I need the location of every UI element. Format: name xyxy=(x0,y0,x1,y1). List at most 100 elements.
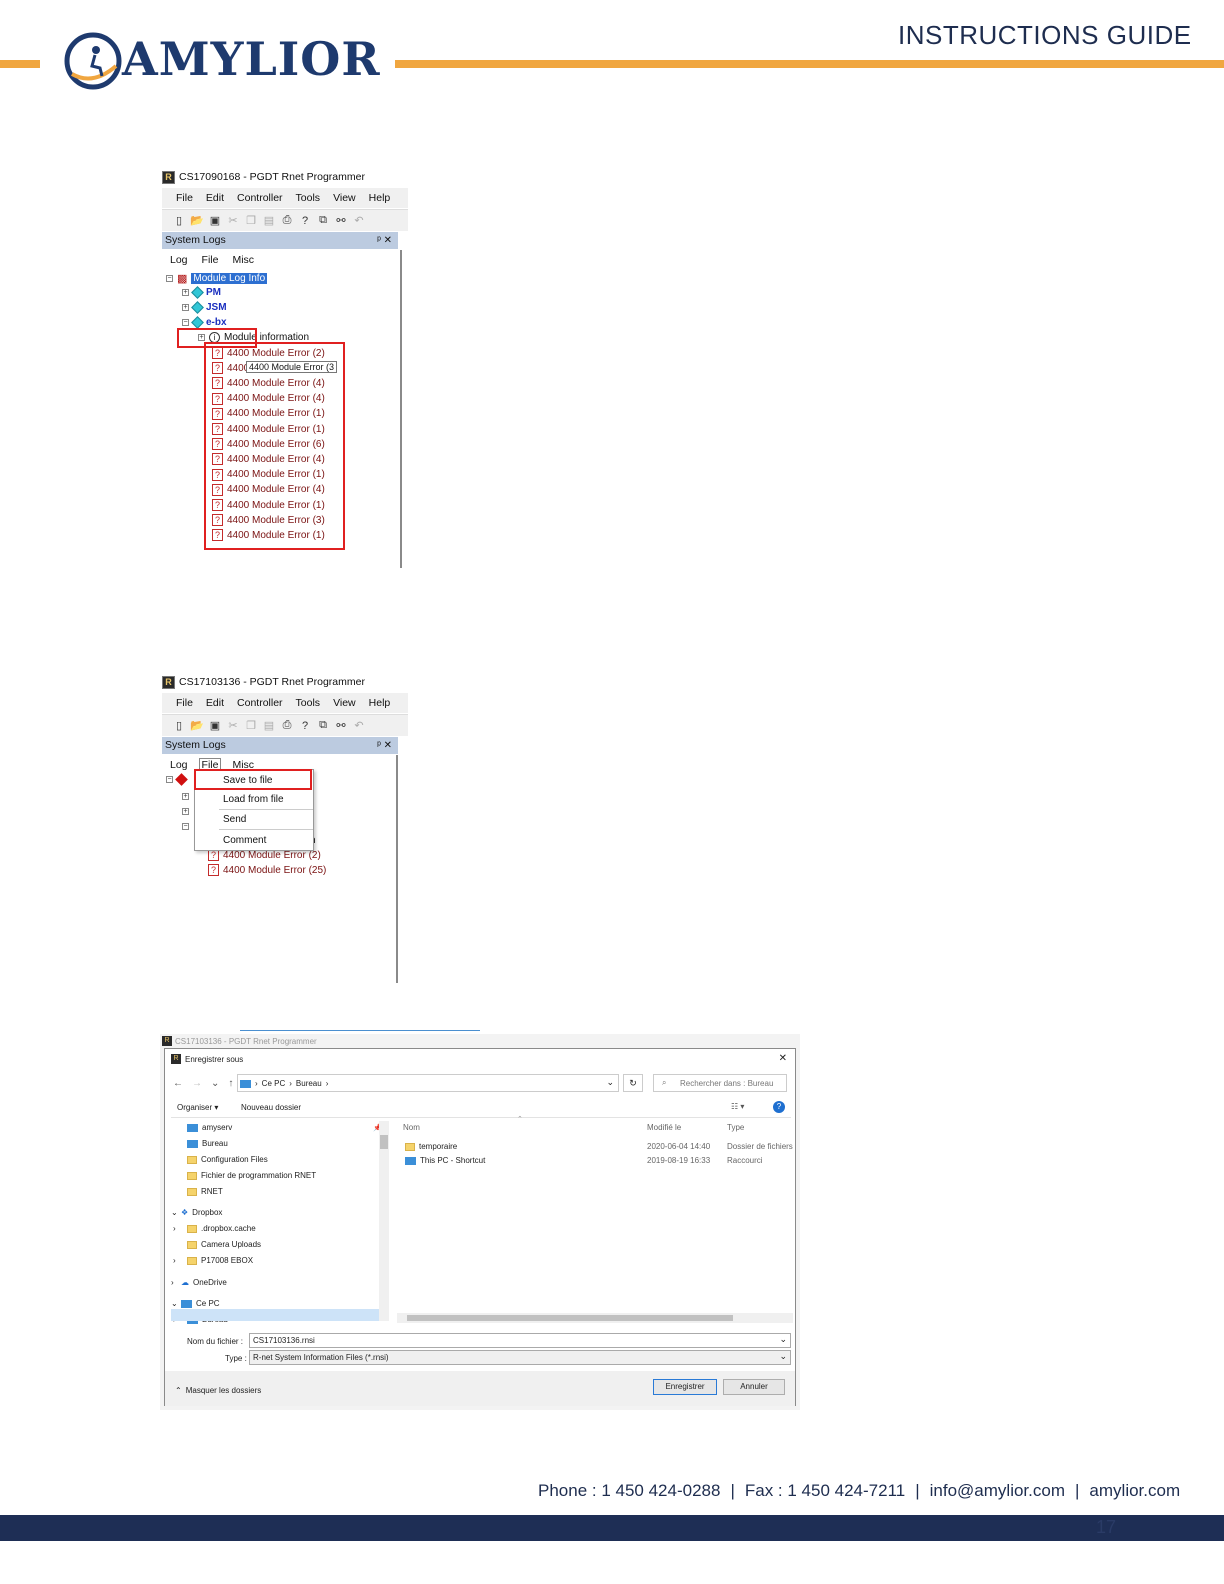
nav-item[interactable]: ⌄ ❖ Dropbox xyxy=(171,1208,222,1217)
nav-item[interactable]: Fichier de programmation RNET xyxy=(187,1171,316,1180)
undo-icon[interactable]: ↶ xyxy=(352,214,366,228)
collapse-icon[interactable]: − xyxy=(182,823,189,830)
scroll-thumb[interactable] xyxy=(407,1315,733,1321)
cut-icon[interactable]: ✂ xyxy=(226,214,240,228)
tree-root[interactable]: − ▩ Module Log Info xyxy=(166,272,268,285)
print-icon[interactable]: ⎙ xyxy=(280,719,294,733)
new-folder-button[interactable]: Nouveau dossier xyxy=(241,1103,301,1112)
connect-icon[interactable]: ⧉ xyxy=(316,214,330,228)
chevron-down-icon[interactable]: ⌄ xyxy=(171,1299,178,1308)
help-icon[interactable]: ? xyxy=(298,719,312,733)
tree-node-jsm[interactable]: + JSM xyxy=(182,301,227,314)
nav-item[interactable]: Camera Uploads xyxy=(187,1240,261,1249)
tree-node[interactable]: + xyxy=(182,808,189,815)
type-select[interactable]: R-net System Information Files (*.rnsi) … xyxy=(249,1350,791,1365)
menu-view[interactable]: View xyxy=(333,192,356,204)
help-icon[interactable]: ? xyxy=(773,1101,785,1113)
view-options-icon[interactable]: ☷ ▾ xyxy=(731,1102,744,1111)
menu-file[interactable]: File xyxy=(176,697,193,709)
pin-close-icon[interactable]: ᵖ ✕ xyxy=(377,737,392,754)
save-icon[interactable]: ▣ xyxy=(208,214,222,228)
organize-button[interactable]: Organiser ▾ xyxy=(177,1103,218,1112)
nav-item[interactable]: › P17008 EBOX xyxy=(173,1256,253,1265)
menu-item-send[interactable]: Send xyxy=(223,814,246,825)
file-row[interactable]: This PC - Shortcut xyxy=(405,1156,485,1165)
up-icon[interactable]: ↑ xyxy=(228,1078,233,1089)
copy-icon[interactable]: ❐ xyxy=(244,214,258,228)
close-icon[interactable]: ✕ xyxy=(779,1053,787,1064)
expand-icon[interactable]: + xyxy=(182,289,189,296)
open-icon[interactable]: 📂 xyxy=(190,719,204,733)
refresh-icon[interactable]: ↻ xyxy=(623,1074,643,1092)
chevron-down-icon[interactable]: ⌄ xyxy=(779,1351,787,1362)
tree-node[interactable]: + xyxy=(182,793,189,800)
nav-scrollbar[interactable] xyxy=(379,1121,389,1321)
save-icon[interactable]: ▣ xyxy=(208,719,222,733)
collapse-icon[interactable]: − xyxy=(166,776,173,783)
save-button[interactable]: Enregistrer xyxy=(653,1379,717,1395)
error-entry[interactable]: ? 4400 Module Error (25) xyxy=(208,864,326,876)
forward-icon[interactable]: → xyxy=(192,1078,202,1089)
search-input[interactable]: ⌕ Rechercher dans : Bureau xyxy=(653,1074,787,1092)
nav-item[interactable]: › ☁ OneDrive xyxy=(171,1278,227,1287)
submenu-misc[interactable]: Misc xyxy=(232,254,254,266)
menu-item-comment[interactable]: Comment xyxy=(223,835,266,846)
menu-help[interactable]: Help xyxy=(369,697,391,709)
submenu-log[interactable]: Log xyxy=(170,759,188,771)
breadcrumb-item[interactable]: Bureau xyxy=(296,1079,322,1088)
filename-input[interactable]: CS17103136.rnsi ⌄ xyxy=(249,1333,791,1348)
expand-icon[interactable]: + xyxy=(182,808,189,815)
column-header-type[interactable]: Type xyxy=(727,1123,744,1132)
file-row[interactable]: temporaire xyxy=(405,1142,457,1151)
nav-item[interactable]: Configuration Files xyxy=(187,1155,268,1164)
new-icon[interactable]: ▯ xyxy=(172,719,186,733)
binoculars-icon[interactable]: ⚯ xyxy=(334,719,348,733)
help-icon[interactable]: ? xyxy=(298,214,312,228)
nav-item[interactable]: amyserv 📌 xyxy=(187,1123,382,1132)
cut-icon[interactable]: ✂ xyxy=(226,719,240,733)
nav-item[interactable]: Bureau xyxy=(187,1139,228,1148)
address-bar[interactable]: › Ce PC › Bureau › ⌄ xyxy=(237,1074,619,1092)
menu-tools[interactable]: Tools xyxy=(296,192,321,204)
submenu-log[interactable]: Log xyxy=(170,254,188,266)
submenu-file[interactable]: File xyxy=(202,254,219,266)
chevron-down-icon[interactable]: ⌄ xyxy=(171,1208,178,1217)
open-icon[interactable]: 📂 xyxy=(190,214,204,228)
nav-item[interactable]: › .dropbox.cache xyxy=(173,1224,256,1233)
hide-folders-toggle[interactable]: ⌃ Masquer les dossiers xyxy=(175,1386,261,1395)
menu-item-load-from-file[interactable]: Load from file xyxy=(223,794,284,805)
menu-controller[interactable]: Controller xyxy=(237,192,283,204)
expand-icon[interactable]: + xyxy=(182,793,189,800)
connect-icon[interactable]: ⧉ xyxy=(316,719,330,733)
paste-icon[interactable]: ▤ xyxy=(262,719,276,733)
tree-node[interactable]: − xyxy=(182,823,189,830)
tree-root[interactable]: − xyxy=(166,773,188,786)
copy-icon[interactable]: ❐ xyxy=(244,719,258,733)
nav-item[interactable]: ⌄ Ce PC xyxy=(171,1299,220,1308)
collapse-icon[interactable]: − xyxy=(166,275,173,282)
cancel-button[interactable]: Annuler xyxy=(723,1379,785,1395)
chevron-right-icon[interactable]: › xyxy=(173,1256,176,1265)
nav-item[interactable]: RNET xyxy=(187,1187,223,1196)
collapse-icon[interactable]: − xyxy=(182,319,189,326)
undo-icon[interactable]: ↶ xyxy=(352,719,366,733)
recent-icon[interactable]: ⌄ xyxy=(211,1078,219,1089)
breadcrumb-item[interactable]: Ce PC xyxy=(262,1079,286,1088)
column-header-modified[interactable]: Modifié le xyxy=(647,1123,681,1132)
print-icon[interactable]: ⎙ xyxy=(280,214,294,228)
chevron-right-icon[interactable]: › xyxy=(171,1278,174,1287)
chevron-down-icon[interactable]: ⌄ xyxy=(779,1334,787,1345)
chevron-right-icon[interactable]: › xyxy=(173,1224,176,1233)
menu-edit[interactable]: Edit xyxy=(206,697,224,709)
email-link[interactable]: info@amylior.com xyxy=(930,1481,1065,1500)
menu-file[interactable]: File xyxy=(176,192,193,204)
new-icon[interactable]: ▯ xyxy=(172,214,186,228)
website-link[interactable]: amylior.com xyxy=(1089,1481,1180,1500)
horizontal-scrollbar[interactable] xyxy=(397,1313,793,1323)
menu-view[interactable]: View xyxy=(333,697,356,709)
pin-close-icon[interactable]: ᵖ ✕ xyxy=(377,232,392,249)
scroll-thumb[interactable] xyxy=(380,1135,388,1149)
tree-node-pm[interactable]: + PM xyxy=(182,286,221,299)
menu-edit[interactable]: Edit xyxy=(206,192,224,204)
tree-node-ebx[interactable]: − e-bx xyxy=(182,316,227,329)
